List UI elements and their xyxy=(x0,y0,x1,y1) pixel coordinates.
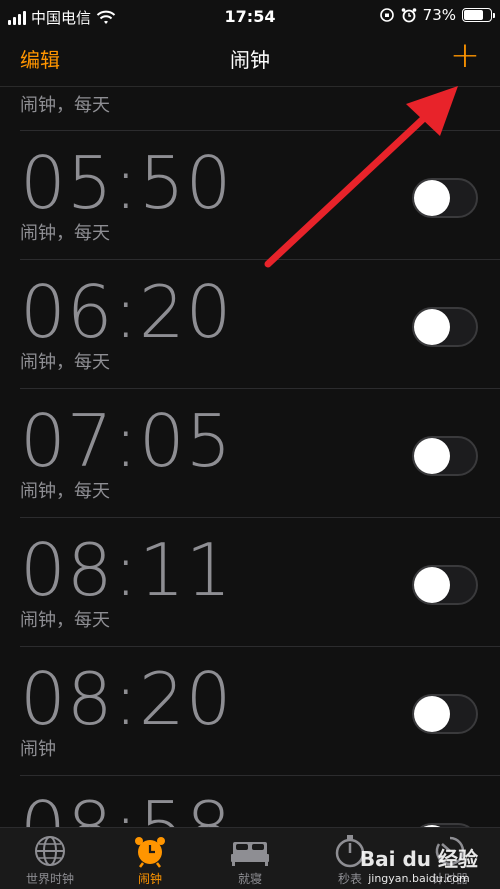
alarm-label: 闹钟，每天 xyxy=(20,95,110,116)
tab-bedtime[interactable]: 就寝 xyxy=(200,828,300,889)
status-bar: 中国电信 17:54 73% xyxy=(0,0,500,34)
page-title: 闹钟 xyxy=(230,48,270,72)
alarm-time: 08:11 xyxy=(20,528,233,612)
alarm-toggle[interactable] xyxy=(412,565,478,605)
tab-label: 闹钟 xyxy=(137,872,162,886)
alarm-clock-icon xyxy=(135,837,165,868)
watermark-sub: jingyan.baidu.com xyxy=(368,872,470,885)
watermark-main: Bai du 经验 xyxy=(359,847,478,871)
alarm-label: 闹钟，每天 xyxy=(20,610,110,631)
tab-label: 就寝 xyxy=(237,872,262,886)
baidu-watermark: Bai du 经验 jingyan.baidu.com xyxy=(360,843,478,885)
add-alarm-button[interactable]: + xyxy=(450,36,480,76)
toggle-knob xyxy=(414,567,450,603)
bed-icon xyxy=(231,842,269,866)
toggle-knob xyxy=(414,438,450,474)
battery-icon xyxy=(462,8,495,22)
tab-label: 秒表 xyxy=(337,872,362,886)
alarm-time: 07:05 xyxy=(20,399,233,483)
battery-fill xyxy=(464,10,483,20)
alarm-time: 08:58 xyxy=(20,788,233,827)
edit-button[interactable]: 编辑 xyxy=(20,44,60,73)
alarm-toggle[interactable] xyxy=(412,436,478,476)
alarm-time: 06:20 xyxy=(20,270,233,354)
orientation-lock-icon xyxy=(379,8,394,22)
alarm-indicator-icon xyxy=(401,8,416,23)
toggle-knob xyxy=(414,696,450,732)
alarm-row[interactable]: 08:58 xyxy=(20,776,500,827)
alarm-label: 闹钟 xyxy=(20,739,56,760)
alarm-toggle[interactable] xyxy=(412,178,478,218)
alarm-time: 05:50 xyxy=(20,141,233,225)
alarm-time: 08:20 xyxy=(20,657,233,741)
toggle-knob xyxy=(414,180,450,216)
status-right: 73% xyxy=(379,6,495,24)
clock-app-screen: 中国电信 17:54 73% 闹钟 编辑 + 闹钟，每天 05:50 闹钟，每天… xyxy=(0,0,500,889)
alarm-row[interactable]: 05:50 闹钟，每天 xyxy=(20,131,500,260)
alarm-label: 闹钟，每天 xyxy=(20,223,110,244)
alarm-list[interactable]: 闹钟，每天 05:50 闹钟，每天 06:20 闹钟，每天 07:05 闹钟，每… xyxy=(0,87,500,827)
tab-alarm[interactable]: 闹钟 xyxy=(100,828,200,889)
tab-label: 世界时钟 xyxy=(25,872,74,886)
alarm-toggle[interactable] xyxy=(412,307,478,347)
globe-icon xyxy=(35,836,65,866)
alarm-row[interactable]: 08:20 闹钟 xyxy=(20,647,500,776)
alarm-row[interactable]: 07:05 闹钟，每天 xyxy=(20,389,500,518)
alarm-label: 闹钟，每天 xyxy=(20,352,110,373)
alarm-row[interactable]: 06:20 闹钟，每天 xyxy=(20,260,500,389)
toggle-knob xyxy=(414,309,450,345)
alarm-row[interactable]: 08:11 闹钟，每天 xyxy=(20,518,500,647)
battery-percent: 73% xyxy=(422,6,456,24)
alarm-row-partial[interactable]: 闹钟，每天 xyxy=(20,87,500,131)
alarm-toggle[interactable] xyxy=(412,694,478,734)
tab-world-clock[interactable]: 世界时钟 xyxy=(0,828,100,889)
alarm-label: 闹钟，每天 xyxy=(20,481,110,502)
navigation-bar: 闹钟 编辑 + xyxy=(0,34,500,86)
